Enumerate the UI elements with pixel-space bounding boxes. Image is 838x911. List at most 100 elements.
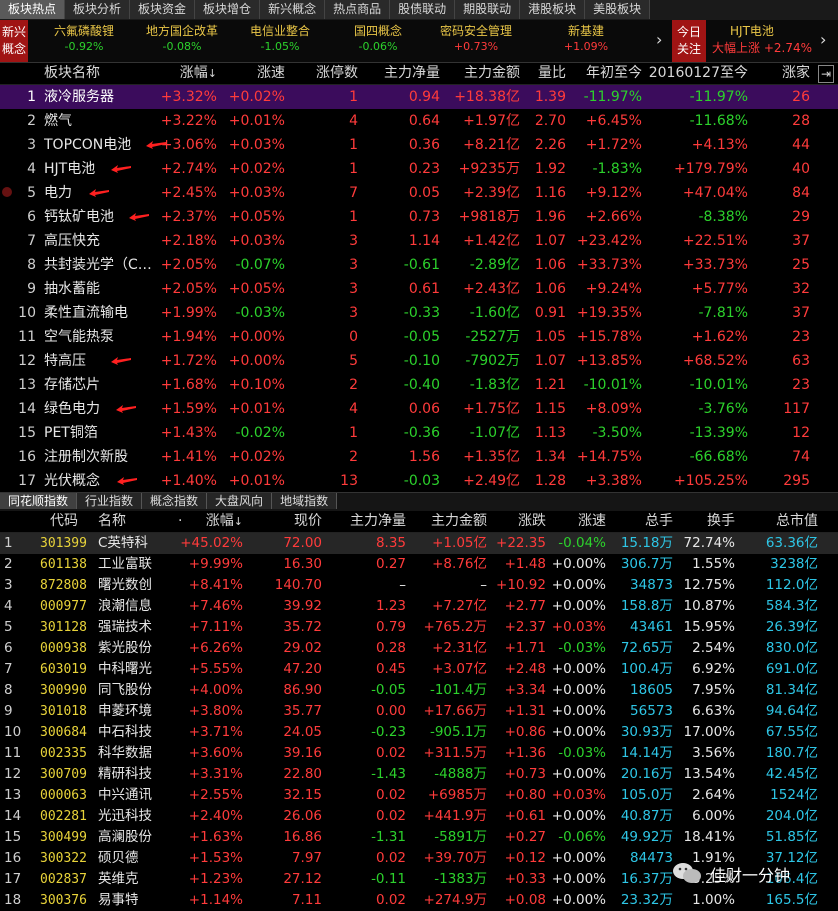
stock-row[interactable]: 3 872808 曙光数创 +8.41% 140.70– – +10.92 +0.00% 348… — [0, 575, 838, 596]
concept-strip-item[interactable]: 电信业整合 -1.05% — [230, 23, 330, 55]
index-tab-3[interactable]: 大盘风向 — [207, 493, 273, 509]
col-name[interactable]: 名称 — [98, 510, 126, 532]
stock-market-cap: 42.45亿 — [765, 766, 818, 782]
stock-row[interactable]: 11 002335 科华数据 +3.60% 39.16 0.02 +311.5万 +1.36-… — [0, 743, 838, 764]
col-price[interactable]: 现价 — [294, 510, 322, 532]
top-tab-9[interactable]: 美股板块 — [585, 0, 651, 19]
col-main-amount[interactable]: 主力金额 — [464, 62, 520, 84]
sector-row[interactable]: 7 高压快充 +2.18% +0.03% 3 1.14 +1.42亿 1.07 +23.42% +… — [0, 229, 838, 253]
col-main-net[interactable]: 主力净量 — [384, 62, 440, 84]
today-focus-info[interactable]: HJT电池 大幅上涨 +2.74% — [712, 23, 812, 57]
col-stock-main-net[interactable]: 主力净量 — [350, 510, 406, 532]
col-change-pct[interactable]: 涨幅↓ — [180, 62, 217, 85]
sector-main-net: 0.61 — [408, 281, 440, 297]
col-volume-ratio[interactable]: 量比 — [538, 62, 566, 84]
stock-row[interactable]: 9 301018 申菱环境 +3.80% 35.77 0.00 +17.66万 +1.31 +0… — [0, 701, 838, 722]
stock-row[interactable]: 1 301399 C英特科 +45.02% 72.00 8.35 +1.05亿 +22.35-… — [0, 533, 838, 554]
sector-rank: 10 — [18, 305, 36, 321]
panel-toggle-icon[interactable]: ⇥ — [817, 65, 834, 83]
today-focus-status: 大幅上涨 — [712, 41, 761, 55]
stock-row[interactable]: 10 300684 中石科技 +3.71% 24.05 -0.23 -905.1万 +0.86… — [0, 722, 838, 743]
sector-row[interactable]: 6 钙钛矿电池 +2.37% +0.05% 1 0.73 +9818万 1.96 +2.66% -… — [0, 205, 838, 229]
sector-row[interactable]: 17 光伏概念 +1.40% +0.01% 13 -0.03 +2.49亿 1.28 +3.38… — [0, 469, 838, 493]
top-tab-5[interactable]: 热点商品 — [325, 0, 391, 19]
sector-rank: 2 — [27, 113, 36, 129]
stock-row[interactable]: 18 300376 易事特 +1.14% 7.11 0.02 +274.9万 +0.08 +0.… — [0, 890, 838, 911]
col-limit-count[interactable]: 涨停数 — [316, 62, 358, 84]
sector-row[interactable]: 12 特高压 +1.72% +0.00% 5 -0.10 -7902万 1.07 +13.85%… — [0, 349, 838, 373]
col-ytd[interactable]: 年初至今 — [586, 62, 642, 84]
stock-name: 中科曙光 — [98, 661, 152, 677]
top-tab-2[interactable]: 板块资金 — [130, 0, 196, 19]
stock-row[interactable]: 4 000977 浪潮信息 +7.46% 39.92 1.23 +7.27亿 +2.77 +0.… — [0, 596, 838, 617]
stock-row[interactable]: 15 300499 高澜股份 +1.63% 16.86 -1.31 -5891万 +0.27-… — [0, 827, 838, 848]
stock-row[interactable]: 12 300709 精研科技 +3.31% 22.80 -1.43 -4888万 +0.73 +… — [0, 764, 838, 785]
concept-strip-item[interactable]: 新基建 +1.09% — [536, 23, 636, 55]
sector-row[interactable]: 3 TOPCON电池 +3.06% +0.03% 1 0.36 +8.21亿 2.26 +1.7… — [0, 133, 838, 157]
index-tab-2[interactable]: 概念指数 — [142, 493, 208, 509]
sector-row[interactable]: 4 HJT电池 +2.74% +0.02% 1 0.23 +9235万 1.92 -1.83% +… — [0, 157, 838, 181]
watermark-text: 佳财一分钟 — [710, 866, 791, 885]
stock-name: 精研科技 — [98, 766, 152, 782]
sector-row[interactable]: 10 柔性直流输电 +1.99% -0.03% 3 -0.33 -1.60亿 0.91 +19.… — [0, 301, 838, 325]
sector-up-count: 295 — [783, 473, 810, 489]
strip-next-arrow-icon[interactable]: › — [656, 30, 662, 49]
index-tab-1[interactable]: 行业指数 — [77, 493, 143, 509]
sector-row[interactable]: 13 存储芯片 +1.68% +0.10% 2 -0.40 -1.83亿 1.21 -10.01… — [0, 373, 838, 397]
col-code[interactable]: 代码 — [50, 510, 78, 532]
stock-row[interactable]: 14 002281 光迅科技 +2.40% 26.06 0.02 +441.9万 +0.61 +… — [0, 806, 838, 827]
col-since-2016[interactable]: 20160127至今 — [649, 62, 748, 84]
stock-row[interactable]: 2 601138 工业富联 +9.99% 16.30 0.27 +8.76亿 +1.48 +0.… — [0, 554, 838, 575]
today-next-arrow-icon[interactable]: › — [820, 30, 826, 49]
sector-name: 空气能热泵 — [44, 329, 114, 345]
sector-row[interactable]: 8 共封装光学（C… +2.05% -0.07% 3 -0.61 -2.89亿 1.06 +33… — [0, 253, 838, 277]
stock-change-pct: +3.60% — [188, 745, 243, 761]
top-tab-6[interactable]: 股债联动 — [390, 0, 456, 19]
sector-row[interactable]: 2 燃气 +3.22% +0.01% 4 0.64 +1.97亿 2.70 +6.45% -11.… — [0, 109, 838, 133]
sector-name: 注册制次新股 — [44, 449, 128, 465]
col-stock-speed[interactable]: 涨速 — [578, 510, 606, 532]
sector-volume-ratio: 0.91 — [534, 305, 566, 321]
sector-row[interactable]: 1 液冷服务器 +3.32% +0.02% 1 0.94 +18.38亿 1.39 -11.97… — [0, 85, 838, 109]
col-total-hands[interactable]: 总手 — [645, 510, 673, 532]
concept-strip-item[interactable]: 地方国企改革 -0.08% — [132, 23, 232, 55]
concept-strip-item[interactable]: 国四概念 -0.06% — [328, 23, 428, 55]
concept-strip-item[interactable]: 密码安全管理 +0.73% — [426, 23, 526, 55]
today-focus-label[interactable]: 今日关注 — [672, 20, 706, 62]
col-turnover[interactable]: 换手 — [707, 510, 735, 532]
stock-row[interactable]: 6 000938 紫光股份 +6.26% 29.02 0.28 +2.31亿 +1.71 -0.… — [0, 638, 838, 659]
top-tab-1[interactable]: 板块分析 — [65, 0, 131, 19]
col-market-cap[interactable]: 总市值 — [776, 510, 818, 532]
stock-row[interactable]: 5 301128 强瑞技术 +7.11% 35.72 0.79 +765.2万 +2.37 +0… — [0, 617, 838, 638]
strip-label[interactable]: 新兴概念 — [0, 20, 28, 62]
top-tab-3[interactable]: 板块增仓 — [195, 0, 261, 19]
col-stock-main-amount[interactable]: 主力金额 — [431, 510, 487, 532]
stock-main-amount: +441.9万 — [423, 808, 487, 824]
col-sector-name[interactable]: 板块名称 — [44, 62, 100, 84]
top-tab-7[interactable]: 期股联动 — [455, 0, 521, 19]
stock-row[interactable]: 8 300990 同飞股份 +4.00% 86.90 -0.05 -101.4万 +3.34 +… — [0, 680, 838, 701]
sector-row[interactable]: 14 绿色电力 +1.59% +0.01% 4 0.06 +1.75亿 1.15 +8.09% -… — [0, 397, 838, 421]
sector-row[interactable]: 15 PET铜箔 +1.43% -0.02% 1 -0.36 -1.07亿 1.13 -3.50… — [0, 421, 838, 445]
col-speed[interactable]: 涨速 — [257, 62, 285, 84]
sort-desc-icon: ↓ — [233, 515, 243, 528]
top-tab-8[interactable]: 港股板块 — [520, 0, 586, 19]
sector-name: 共封装光学（C… — [44, 257, 152, 273]
top-tab-4[interactable]: 新兴概念 — [260, 0, 326, 19]
col-stock-change-pct[interactable]: 涨幅↓ — [206, 510, 243, 533]
sector-since-2016: -66.68% — [689, 449, 748, 465]
stock-row[interactable]: 7 603019 中科曙光 +5.55% 47.20 0.45 +3.07亿 +2.48 +0.… — [0, 659, 838, 680]
top-tab-0[interactable]: 板块热点 — [0, 0, 66, 19]
col-up-count[interactable]: 涨家 — [782, 62, 810, 84]
concept-strip-item[interactable]: 六氟磷酸锂 -0.92% — [34, 23, 134, 55]
sector-row[interactable]: 16 注册制次新股 +1.41% +0.02% 2 1.56 +1.35亿 1.34 +14.7… — [0, 445, 838, 469]
stock-row[interactable]: 13 000063 中兴通讯 +2.55% 32.15 0.02 +6985万 +0.80 +0… — [0, 785, 838, 806]
sector-row[interactable]: 5 电力 +2.45% +0.03% 7 0.05 +2.39亿 1.16 +9.12% +47.… — [0, 181, 838, 205]
sector-row[interactable]: 11 空气能热泵 +1.94% +0.00% 0 -0.05 -2527万 1.05 +15.7… — [0, 325, 838, 349]
stock-code: 872808 — [40, 578, 87, 593]
stock-main-amount: +2.31亿 — [432, 640, 487, 656]
index-tab-0[interactable]: 同花顺指数 — [0, 493, 78, 509]
col-change[interactable]: 涨跌 — [518, 510, 546, 532]
index-tab-4[interactable]: 地域指数 — [272, 493, 338, 509]
sector-row[interactable]: 9 抽水蓄能 +2.05% +0.05% 3 0.61 +2.43亿 1.06 +9.24% +5… — [0, 277, 838, 301]
